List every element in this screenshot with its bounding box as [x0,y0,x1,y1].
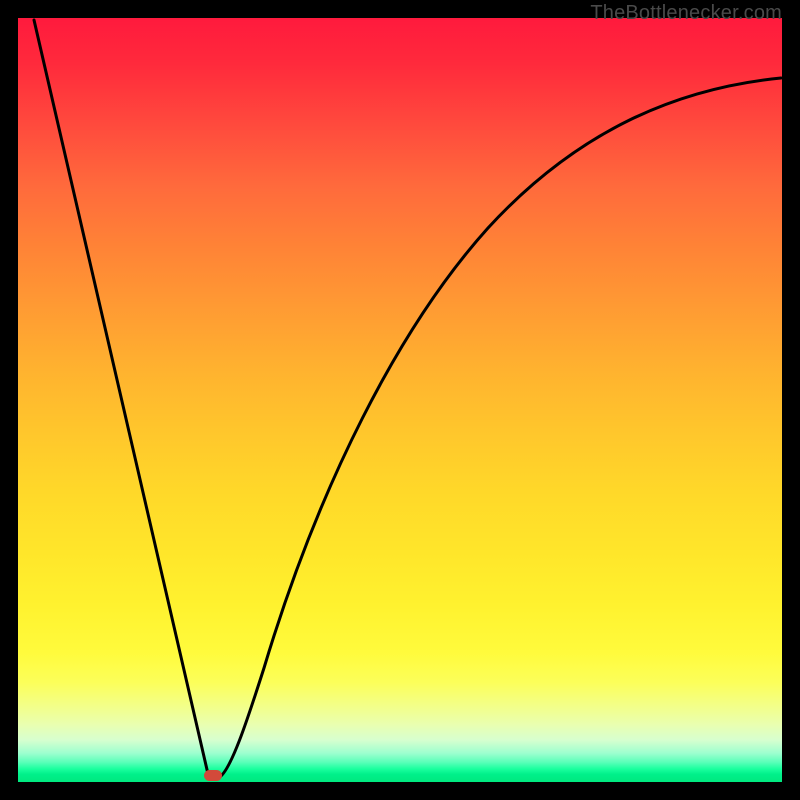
chart-frame: TheBottlenecker.com [0,0,800,800]
plot-area [18,18,782,782]
optimum-marker [204,770,222,781]
brand-label: TheBottlenecker.com [590,2,782,25]
curve-path [34,20,781,778]
bottleneck-curve [18,18,782,782]
